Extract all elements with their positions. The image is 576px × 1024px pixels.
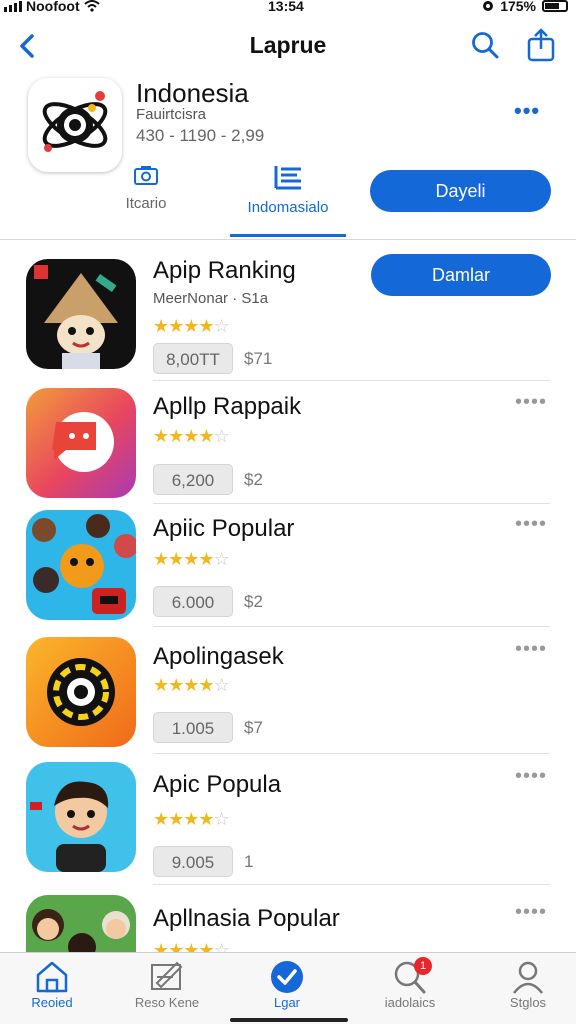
tab-reoied[interactable]: Reoied [0,959,107,1010]
home-indicator [230,1018,348,1022]
app-price: $2 [244,592,263,611]
more-options-icon[interactable]: •••• [515,391,547,414]
tab-lgar[interactable]: Lgar [232,959,342,1010]
target-icon[interactable] [26,637,136,747]
navigation-bar: Laprue [0,24,576,68]
clock: 13:54 [268,0,304,14]
tab-label: Stglos [509,995,547,1010]
carrier-label: Noofoot [26,0,80,14]
battery-percent: 175% [500,0,536,14]
download-count: 6.000 [153,586,233,617]
app-title: Apip Ranking [153,257,296,284]
tab-label: Reoied [31,995,73,1010]
tab-label: Indomasialo [247,199,329,216]
app-ranking-list: Apip Ranking MeerNonar · S1a ★★★★☆ 8,00T… [0,250,576,1005]
boy-icon[interactable] [26,762,136,872]
more-options-icon[interactable]: ••• [514,98,540,124]
app-price: $2 [244,470,263,489]
app-title: Apolingasek [153,643,284,670]
featured-app-header[interactable]: Indonesia Fauirtcisra 430 - 1190 - 2,99 … [0,78,576,174]
rating-stars: ★★★★☆ [153,549,230,569]
app-title: Apiic Popular [153,515,295,542]
download-count: 9.005 [153,846,233,877]
tab-label: Itcario [125,195,167,212]
segment-tabs: Itcario Indomasialo Dayeli [0,164,576,240]
download-count: 1.005 [153,712,233,743]
app-subtitle: MeerNonar · S1a [153,290,269,307]
app-title: Apic Popula [153,771,282,798]
person-icon [513,961,543,994]
dayeli-button[interactable]: Dayeli [370,170,551,212]
list-item[interactable]: Apic Popula ★★★★☆ 9.005 1 •••• [0,754,576,885]
app-price: $7 [244,718,263,737]
alarm-icon [483,1,494,11]
scarecrow-icon[interactable] [26,259,136,369]
download-count: 6,200 [153,464,233,495]
check-circle-icon [271,961,303,993]
list-item[interactable]: Apip Ranking MeerNonar · S1a ★★★★☆ 8,00T… [0,250,576,381]
signal-icon [4,0,22,12]
damlar-button[interactable]: Damlar [371,254,551,296]
download-count: 8,00TT [153,343,233,374]
home-icon [36,961,68,993]
tab-label: iadolaics [384,995,436,1010]
status-bar: Noofoot 13:54 175% [0,0,576,16]
tab-label: Reso Kene [134,995,200,1010]
battery-icon [542,0,568,12]
camera-icon [134,166,158,185]
tab-iadolaics[interactable]: 1 iadolaics [355,957,465,1010]
list-item[interactable]: Apllp Rappaik ★★★★☆ 6,200 $2 •••• [0,381,576,504]
list-item[interactable]: Apiic Popular ★★★★☆ 6.000 $2 •••• [0,504,576,627]
bottom-tab-bar: Reoied Reso Kene Lgar 1 iadolaics Stglos [0,952,576,1024]
atom-eye-app-icon[interactable] [28,78,122,172]
wifi-icon [84,0,100,12]
rating-stars: ★★★★☆ [153,426,230,446]
more-options-icon[interactable]: •••• [515,901,547,924]
more-options-icon[interactable]: •••• [515,513,547,536]
rating-stars: ★★★★☆ [153,316,230,336]
more-options-icon[interactable]: •••• [515,638,547,661]
list-icon [274,166,301,190]
tab-reso-kene[interactable]: Reso Kene [112,959,222,1010]
chat-bubble-icon[interactable] [26,388,136,498]
characters-icon[interactable] [26,510,136,620]
tab-stglos[interactable]: Stglos [473,959,576,1010]
notification-badge: 1 [414,957,432,975]
app-price: $71 [244,349,273,368]
app-title: Apllp Rappaik [153,393,302,420]
tab-label: Lgar [273,995,301,1010]
tab-itcario[interactable]: Itcario [108,164,184,212]
tab-indomasialo[interactable]: Indomasialo [230,164,346,237]
more-options-icon[interactable]: •••• [515,765,547,788]
edit-icon [151,961,183,990]
app-price: 1 [244,852,254,871]
list-item[interactable]: Apolingasek ★★★★☆ 1.005 $7 •••• [0,627,576,754]
developer-name: Fauirtcisra [136,106,207,123]
app-stats: 430 - 1190 - 2,99 [136,126,265,145]
share-icon[interactable] [526,28,556,62]
rating-stars: ★★★★☆ [153,809,230,829]
rating-stars: ★★★★☆ [153,675,230,695]
search-icon[interactable] [470,30,500,60]
app-name: Indonesia [136,78,249,108]
app-title: Apllnasia Popular [153,905,340,932]
